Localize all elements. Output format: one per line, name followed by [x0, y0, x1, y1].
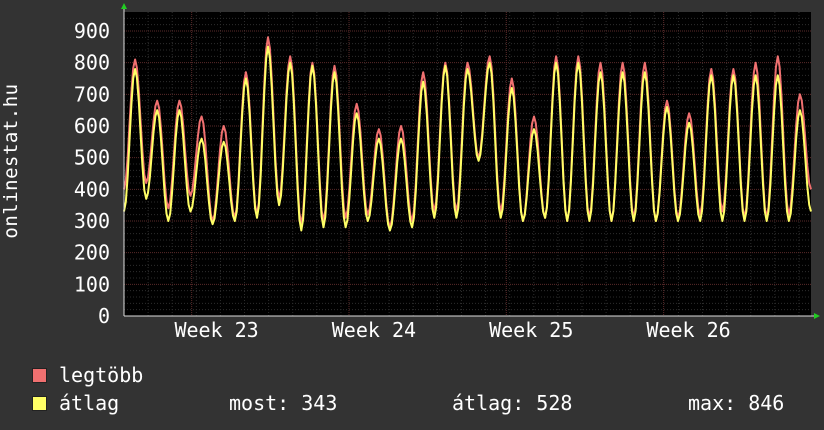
- y-tick-label: 500: [74, 146, 110, 170]
- legend-label-avg: átlag: [59, 391, 120, 415]
- y-tick-label: 700: [74, 82, 110, 106]
- legend-label-max: legtöbb: [59, 363, 144, 387]
- x-axis-arrow: [814, 313, 820, 319]
- y-tick-label: 900: [74, 19, 110, 43]
- legend-item-max: legtöbb: [32, 363, 143, 387]
- x-tick-label: Week 23: [174, 318, 258, 342]
- y-tick-label: 200: [74, 241, 110, 265]
- x-tick-label: Week 25: [489, 318, 573, 342]
- legend-swatch-avg: [32, 396, 47, 411]
- legend-item-avg: átlag: [32, 391, 119, 415]
- stat-average: átlag: 528: [452, 391, 573, 415]
- legend-swatch-max: [32, 368, 47, 383]
- x-tick-label: Week 26: [646, 318, 730, 342]
- y-tick-label: 300: [74, 209, 110, 233]
- y-axis-label: onlinestat.hu: [0, 83, 22, 239]
- y-tick-label: 400: [74, 177, 110, 201]
- y-tick-label: 0: [98, 304, 110, 328]
- y-axis: 0 100 200 300 400 500 600 700 800 900: [74, 19, 110, 328]
- y-tick-label: 100: [74, 272, 110, 296]
- x-axis: Week 23 Week 24 Week 25 Week 26: [174, 318, 730, 342]
- y-tick-label: 600: [74, 114, 110, 138]
- stat-current: most: 343: [229, 391, 338, 415]
- y-axis-arrow: [121, 3, 127, 9]
- stat-max: max: 846: [688, 391, 785, 415]
- x-tick-label: Week 24: [332, 318, 416, 342]
- y-tick-label: 800: [74, 51, 110, 75]
